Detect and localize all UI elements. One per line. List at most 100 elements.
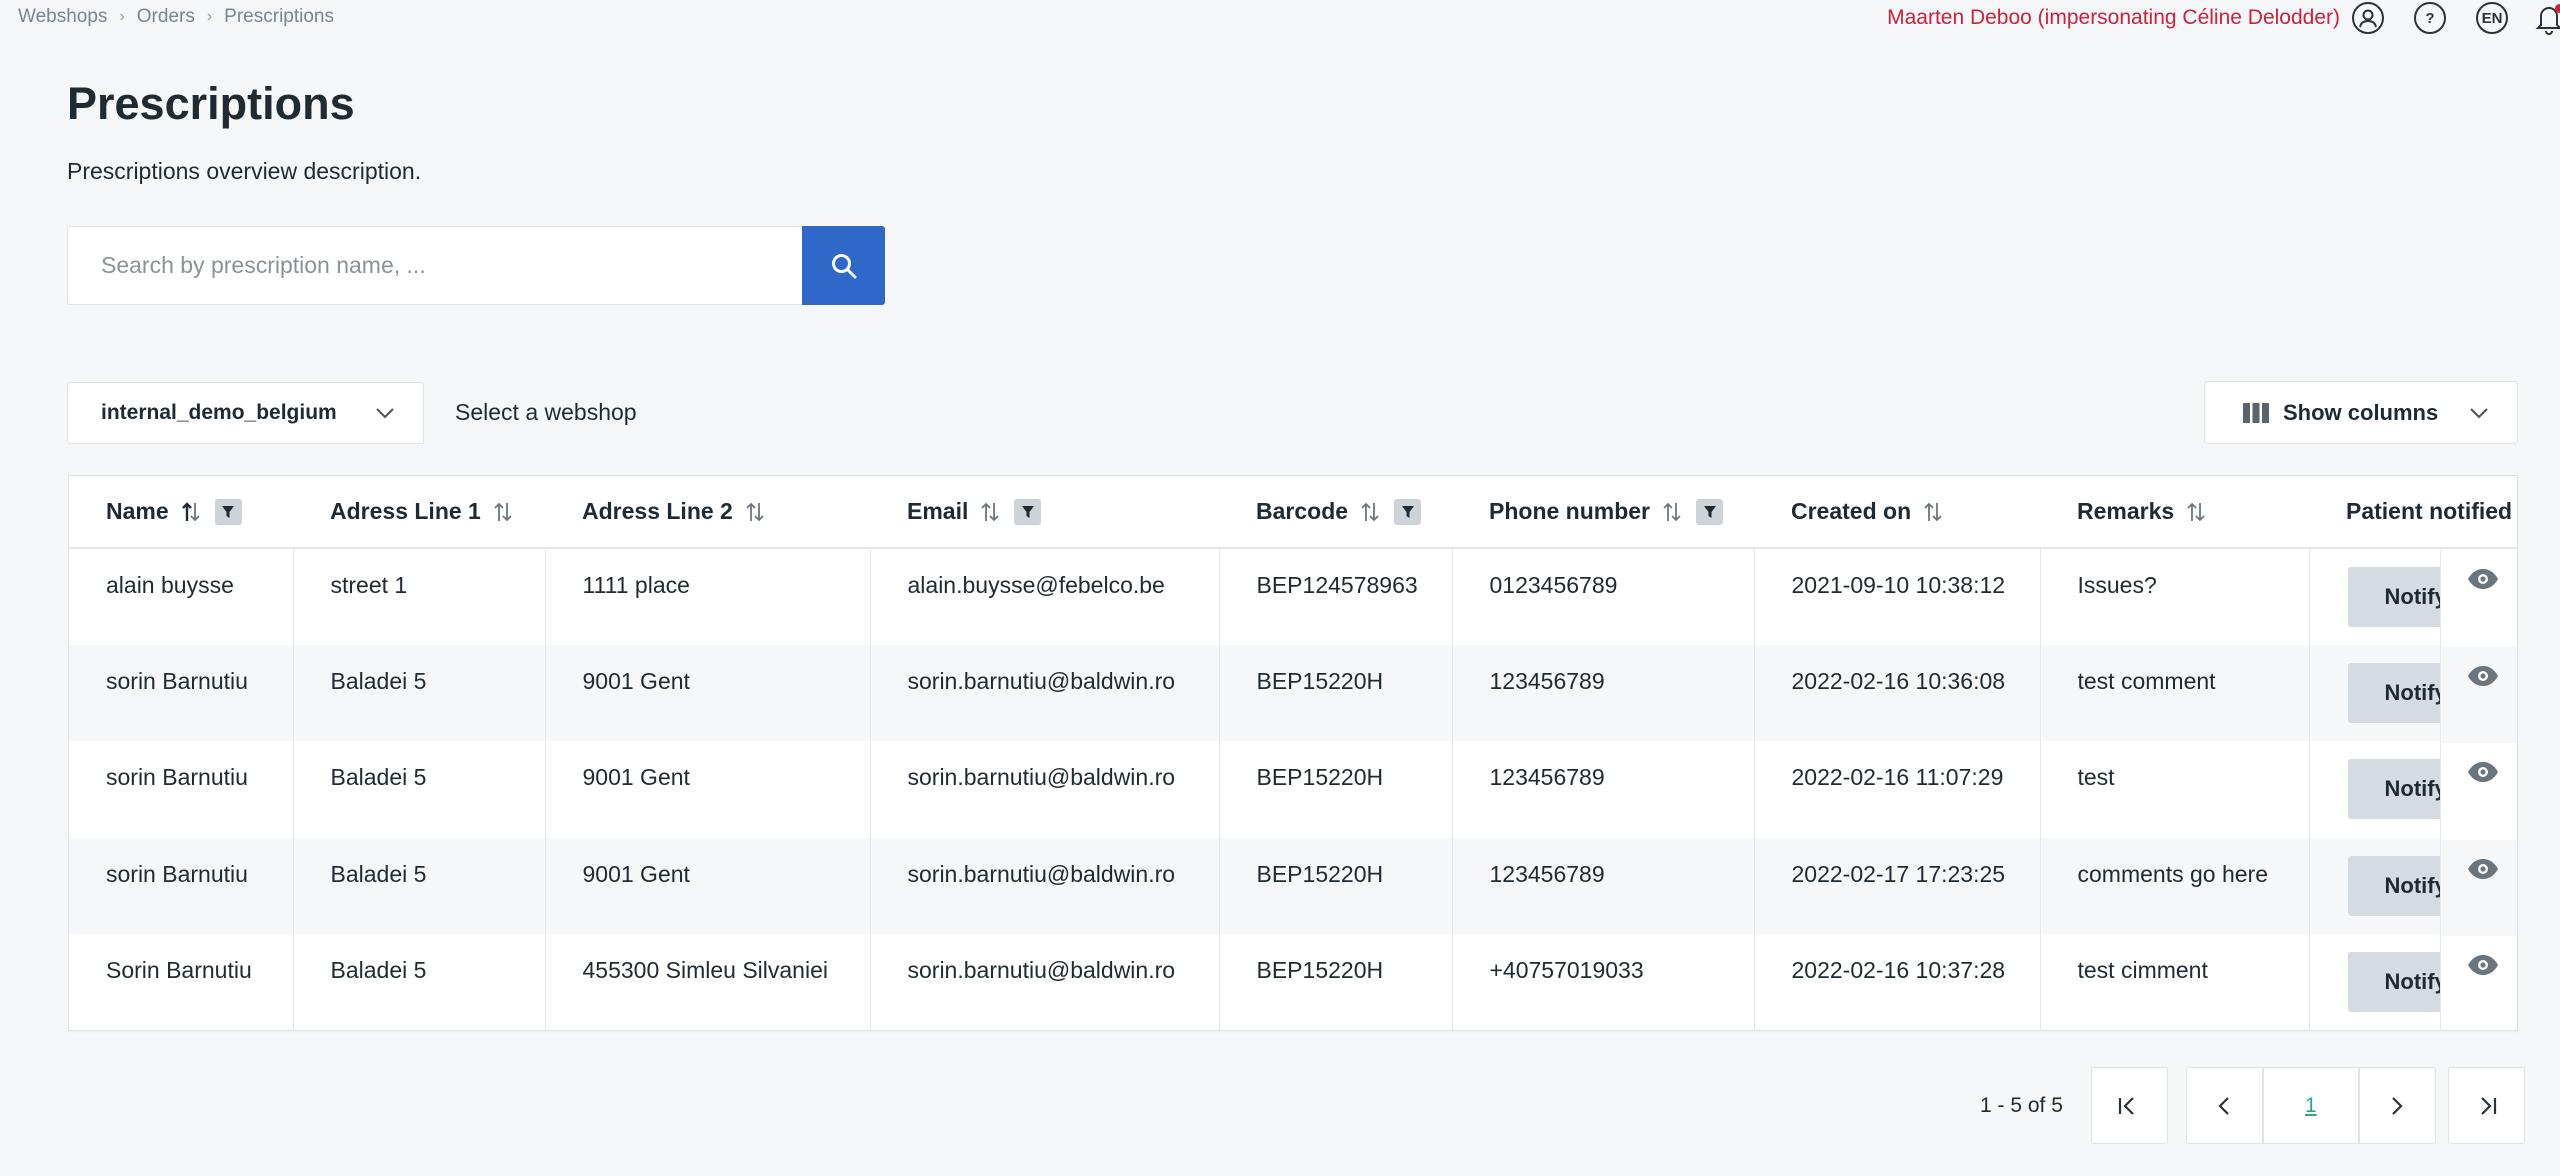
filter-icon[interactable] — [1696, 498, 1724, 525]
table-cell: Issues? — [2040, 548, 2310, 645]
table-cell: BEP124578963 — [1219, 548, 1453, 645]
chevron-left-icon — [2218, 1096, 2230, 1115]
view-cell — [2440, 743, 2517, 840]
column-header[interactable]: Adress Line 1 — [293, 476, 545, 549]
search-icon — [831, 253, 856, 278]
bell-icon[interactable] — [2532, 1, 2560, 35]
next-page-button[interactable] — [2358, 1067, 2436, 1144]
chevron-down-icon — [2470, 407, 2488, 418]
table-row[interactable]: sorin Barnutiu Baladei 5 9001 Gent sorin.ba… — [69, 644, 2517, 741]
language-icon[interactable]: EN — [2476, 2, 2508, 34]
table-cell: comments go here — [2040, 837, 2310, 934]
impersonate-icon[interactable] — [2352, 2, 2384, 34]
table-cell: 123456789 — [1452, 644, 1755, 741]
table-cell: 2022-02-16 10:37:28 — [1754, 934, 2041, 1030]
column-header[interactable]: Remarks — [2040, 476, 2309, 549]
pagination: 1 - 5 of 5 1 — [1980, 1067, 2525, 1144]
breadcrumb-orders[interactable]: Orders — [137, 6, 195, 28]
last-page-button[interactable] — [2447, 1067, 2525, 1144]
table-cell: 9001 Gent — [545, 644, 871, 741]
table-cell: sorin Barnutiu — [69, 644, 294, 741]
view-cell — [2440, 550, 2517, 647]
column-header[interactable]: Barcode — [1219, 476, 1452, 549]
sort-ascending-icon[interactable] — [181, 501, 201, 523]
filter-icon[interactable] — [1394, 498, 1422, 525]
eye-icon[interactable] — [2467, 761, 2499, 783]
table-cell: sorin.barnutiu@baldwin.ro — [870, 741, 1220, 838]
column-header[interactable]: Phone number — [1452, 476, 1754, 549]
show-columns-button[interactable]: Show columns — [2204, 381, 2518, 444]
table-row[interactable]: alain buysse street 1 1111 place alain.buys… — [69, 548, 2517, 645]
search-input[interactable] — [67, 226, 802, 305]
table-cell: alain.buysse@febelco.be — [870, 548, 1220, 645]
sort-icon[interactable] — [1662, 501, 1682, 523]
webshop-select[interactable]: internal_demo_belgium — [67, 382, 424, 444]
table-cell: 2022-02-16 11:07:29 — [1754, 741, 2041, 838]
column-header[interactable]: Email — [870, 476, 1219, 549]
column-header[interactable]: Created on — [1754, 476, 2040, 549]
sort-icon[interactable] — [745, 501, 765, 523]
table-cell: sorin Barnutiu — [69, 837, 294, 934]
eye-icon[interactable] — [2467, 665, 2499, 687]
view-column-header — [2440, 476, 2517, 548]
prescriptions-table: Name Adress Line 1 Adress Line 2 Email Barco… — [68, 475, 2518, 1031]
help-icon[interactable]: ? — [2414, 2, 2446, 34]
user-name[interactable]: Maarten Deboo (impersonating Céline Delo… — [1887, 6, 2340, 30]
webshop-label: Select a webshop — [455, 399, 637, 425]
chevron-right-icon: › — [119, 8, 125, 25]
breadcrumb: Webshops › Orders › Prescriptions — [18, 6, 334, 28]
table-cell: BEP15220H — [1219, 934, 1453, 1030]
table-cell: Baladei 5 — [293, 837, 546, 934]
table-cell: test cimment — [2040, 934, 2310, 1030]
column-header-label: Created on — [1791, 498, 1912, 524]
sort-icon[interactable] — [493, 501, 513, 523]
table-cell: 9001 Gent — [545, 837, 871, 934]
table-cell: 123456789 — [1452, 837, 1755, 934]
table-cell: 2022-02-16 10:36:08 — [1754, 644, 2041, 741]
table-row[interactable]: sorin Barnutiu Baladei 5 9001 Gent sorin.ba… — [69, 837, 2517, 934]
table-cell: +40757019033 — [1452, 934, 1755, 1030]
breadcrumb-prescriptions: Prescriptions — [224, 6, 334, 27]
table-cell: test comment — [2040, 644, 2310, 741]
sort-icon[interactable] — [2186, 501, 2206, 523]
filter-icon[interactable] — [214, 498, 242, 525]
table-cell: street 1 — [293, 548, 546, 645]
page-number-button[interactable]: 1 — [2262, 1067, 2359, 1144]
column-header[interactable]: Name — [69, 476, 293, 549]
column-header-label: Barcode — [1256, 498, 1349, 524]
table-cell: sorin Barnutiu — [69, 741, 294, 838]
last-page-icon — [2481, 1096, 2497, 1115]
eye-icon[interactable] — [2467, 954, 2499, 976]
view-cell — [2440, 839, 2517, 936]
filter-icon[interactable] — [1014, 498, 1042, 525]
view-column-bg — [2440, 476, 2517, 1030]
search-button[interactable] — [802, 226, 885, 305]
first-page-button[interactable] — [2090, 1067, 2168, 1144]
table-row[interactable]: Sorin Barnutiu Baladei 5 455300 Simleu Sil… — [69, 934, 2517, 1030]
notification-dot — [2555, 4, 2560, 13]
view-cell — [2440, 646, 2517, 743]
column-header-label: Remarks — [2077, 498, 2175, 524]
table-row[interactable]: sorin Barnutiu Baladei 5 9001 Gent sorin.ba… — [69, 741, 2517, 838]
column-header-label: Phone number — [1489, 498, 1651, 524]
eye-icon[interactable] — [2467, 568, 2499, 590]
table-cell: Baladei 5 — [293, 741, 546, 838]
prev-page-button[interactable] — [2185, 1067, 2263, 1144]
column-header[interactable]: Adress Line 2 — [545, 476, 870, 549]
chevron-down-icon — [376, 408, 394, 419]
table-cell: 2021-09-10 10:38:12 — [1754, 548, 2041, 645]
sort-icon[interactable] — [1360, 501, 1380, 523]
table-cell: Baladei 5 — [293, 934, 546, 1030]
table-header-row: Name Adress Line 1 Adress Line 2 Email Barco… — [69, 476, 2517, 549]
table-cell: 1111 place — [545, 548, 871, 645]
user-bar: Maarten Deboo (impersonating Céline Delo… — [1887, 0, 2560, 36]
sort-icon[interactable] — [1923, 501, 1943, 523]
search-bar — [67, 226, 885, 305]
page-description: Prescriptions overview description. — [67, 158, 422, 184]
show-columns-label: Show columns — [2283, 399, 2439, 425]
eye-icon[interactable] — [2467, 858, 2499, 880]
table-cell: BEP15220H — [1219, 644, 1453, 741]
breadcrumb-webshops[interactable]: Webshops — [18, 6, 107, 28]
sort-icon[interactable] — [980, 501, 1000, 523]
chevron-right-icon — [2392, 1096, 2403, 1115]
